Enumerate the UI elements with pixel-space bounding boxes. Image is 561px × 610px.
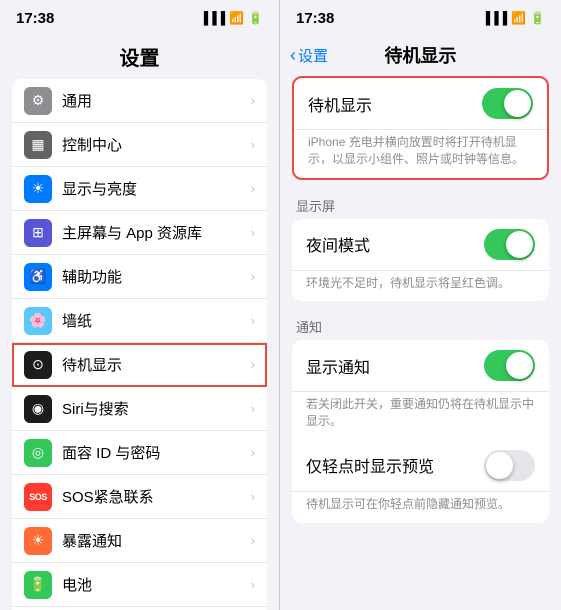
- settings-item-home[interactable]: ⊞ 主屏幕与 App 资源库 ›: [12, 211, 267, 255]
- chevron-icon-home: ›: [251, 225, 255, 240]
- show-notification-item[interactable]: 显示通知: [292, 340, 549, 392]
- access-label: 辅助功能: [62, 266, 251, 287]
- display-section-title: 显示屏: [292, 188, 549, 219]
- signal-icon: ▐▐▐: [200, 11, 226, 25]
- preview-toggle[interactable]: [484, 450, 535, 481]
- faceid-icon: ◎: [24, 439, 52, 467]
- battery-icon-r: 🔋: [530, 11, 545, 25]
- show-notification-label: 显示通知: [306, 354, 484, 378]
- show-notification-desc: 若关闭此开关，重要通知仍将在待机显示中显示。: [292, 392, 549, 440]
- settings-item-wallpaper[interactable]: 🌸 墙纸 ›: [12, 299, 267, 343]
- time-right: 17:38: [296, 10, 334, 27]
- chevron-left-icon: ‹: [290, 45, 296, 66]
- settings-list: ⚙ 通用 › ▦ 控制中心 › ☀ 显示与亮度 › ⊞ 主屏幕与 App 资源库…: [0, 79, 279, 610]
- chevron-icon-general: ›: [251, 93, 255, 108]
- night-mode-desc: 环境光不足时，待机显示将呈红色调。: [292, 271, 549, 302]
- back-label: 设置: [298, 45, 328, 66]
- standby-highlight-card: 待机显示 iPhone 充电并横向放置时将打开待机显示，以显示小组件、照片或时钟…: [292, 76, 549, 180]
- wifi-icon: 📶: [229, 11, 244, 25]
- sos-icon: SOS: [24, 483, 52, 511]
- night-mode-toggle[interactable]: [484, 229, 535, 260]
- status-icons-right: ▐▐▐ 📶 🔋: [482, 11, 545, 25]
- standby-toggle[interactable]: [482, 88, 533, 119]
- general-icon: ⚙: [24, 87, 52, 115]
- battery-icon: 🔋: [24, 571, 52, 599]
- settings-item-control[interactable]: ▦ 控制中心 ›: [12, 123, 267, 167]
- settings-item-faceid[interactable]: ◎ 面容 ID 与密码 ›: [12, 431, 267, 475]
- standby-description: iPhone 充电并横向放置时将打开待机显示，以显示小组件、照片或时钟等信息。: [294, 130, 547, 178]
- time-left: 17:38: [16, 10, 54, 27]
- chevron-icon-standby: ›: [251, 357, 255, 372]
- preview-item[interactable]: 仅轻点时显示预览: [292, 440, 549, 492]
- chevron-icon-access: ›: [251, 269, 255, 284]
- control-label: 控制中心: [62, 134, 251, 155]
- home-icon: ⊞: [24, 219, 52, 247]
- page-title-right: 待机显示: [385, 42, 457, 68]
- night-mode-item[interactable]: 夜间模式: [292, 219, 549, 271]
- battery-label: 电池: [62, 574, 251, 595]
- right-content: 待机显示 iPhone 充电并横向放置时将打开待机显示，以显示小组件、照片或时钟…: [280, 76, 561, 610]
- settings-item-battery[interactable]: 🔋 电池 ›: [12, 563, 267, 607]
- chevron-icon-sos: ›: [251, 489, 255, 504]
- standby-icon: ⊙: [24, 351, 52, 379]
- preview-label: 仅轻点时显示预览: [306, 453, 484, 477]
- signal-icon-r: ▐▐▐: [482, 11, 508, 25]
- status-icons-left: ▐▐▐ 📶 🔋: [200, 11, 263, 25]
- siri-label: Siri与搜索: [62, 398, 251, 419]
- wallpaper-icon: 🌸: [24, 307, 52, 335]
- chevron-icon-wallpaper: ›: [251, 313, 255, 328]
- chevron-icon-control: ›: [251, 137, 255, 152]
- settings-item-sos[interactable]: SOS SOS紧急联系 ›: [12, 475, 267, 519]
- siri-icon: ◉: [24, 395, 52, 423]
- chevron-icon-exposure: ›: [251, 533, 255, 548]
- standby-label: 待机显示: [62, 354, 251, 375]
- left-panel: 17:38 ▐▐▐ 📶 🔋 设置 ⚙ 通用 › ▦ 控制中心 › ☀ 显示与亮度…: [0, 0, 280, 610]
- home-label: 主屏幕与 App 资源库: [62, 222, 251, 243]
- settings-item-access[interactable]: ♿ 辅助功能 ›: [12, 255, 267, 299]
- toggle-knob-nm: [506, 231, 533, 258]
- chevron-icon-siri: ›: [251, 401, 255, 416]
- notification-section-title: 通知: [292, 309, 549, 340]
- status-bar-right: 17:38 ▐▐▐ 📶 🔋: [280, 0, 561, 36]
- sos-label: SOS紧急联系: [62, 486, 251, 507]
- status-bar-left: 17:38 ▐▐▐ 📶 🔋: [0, 0, 279, 36]
- nav-bar: ‹ 设置 待机显示: [280, 36, 561, 76]
- night-mode-label: 夜间模式: [306, 232, 484, 256]
- exposure-icon: ☀: [24, 527, 52, 555]
- wallpaper-label: 墙纸: [62, 310, 251, 331]
- toggle-knob: [504, 90, 531, 117]
- chevron-icon-display: ›: [251, 181, 255, 196]
- settings-item-exposure[interactable]: ☀ 暴露通知 ›: [12, 519, 267, 563]
- settings-item-siri[interactable]: ◉ Siri与搜索 ›: [12, 387, 267, 431]
- show-notification-toggle[interactable]: [484, 350, 535, 381]
- faceid-label: 面容 ID 与密码: [62, 442, 251, 463]
- wifi-icon-r: 📶: [511, 11, 526, 25]
- page-title-left: 设置: [0, 36, 279, 79]
- toggle-knob-sn: [506, 352, 533, 379]
- general-label: 通用: [62, 90, 251, 111]
- notification-section-card: 显示通知 若关闭此开关，重要通知仍将在待机显示中显示。 仅轻点时显示预览 待机显…: [292, 340, 549, 522]
- standby-toggle-item[interactable]: 待机显示: [294, 78, 547, 130]
- battery-icon: 🔋: [248, 11, 263, 25]
- right-panel: 17:38 ▐▐▐ 📶 🔋 ‹ 设置 待机显示 待机显示 iPhone 充电并横…: [280, 0, 561, 610]
- chevron-icon-battery: ›: [251, 577, 255, 592]
- display-label: 显示与亮度: [62, 178, 251, 199]
- settings-item-general[interactable]: ⚙ 通用 ›: [12, 79, 267, 123]
- settings-group-1: ⚙ 通用 › ▦ 控制中心 › ☀ 显示与亮度 › ⊞ 主屏幕与 App 资源库…: [12, 79, 267, 610]
- exposure-label: 暴露通知: [62, 530, 251, 551]
- display-section-card: 夜间模式 环境光不足时，待机显示将呈红色调。: [292, 219, 549, 302]
- preview-desc: 待机显示可在你轻点前隐藏通知预览。: [292, 492, 549, 523]
- control-icon: ▦: [24, 131, 52, 159]
- chevron-icon-faceid: ›: [251, 445, 255, 460]
- toggle-knob-pv: [486, 452, 513, 479]
- standby-label: 待机显示: [308, 92, 482, 116]
- back-button[interactable]: ‹ 设置: [290, 45, 328, 66]
- settings-item-standby[interactable]: ⊙ 待机显示 ›: [12, 343, 267, 387]
- access-icon: ♿: [24, 263, 52, 291]
- settings-item-display[interactable]: ☀ 显示与亮度 ›: [12, 167, 267, 211]
- display-icon: ☀: [24, 175, 52, 203]
